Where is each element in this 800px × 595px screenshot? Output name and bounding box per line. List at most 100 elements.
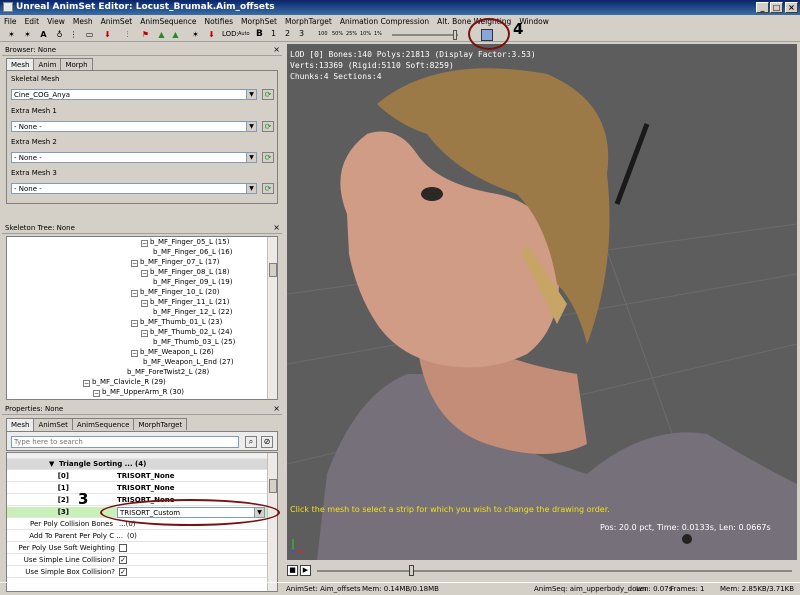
scroll-thumb[interactable]: [269, 263, 277, 277]
tree-node[interactable]: − b_MF_Clavicle_R (29): [83, 378, 166, 387]
tree-scrollbar[interactable]: [267, 237, 277, 399]
extra-mesh-1-combo[interactable]: - None - ▼: [11, 121, 257, 132]
menu-file[interactable]: File: [0, 15, 21, 28]
speed-1-button[interactable]: 1%: [374, 31, 382, 37]
bone-names-icon[interactable]: ✶: [22, 29, 33, 40]
soft-weighting-checkbox[interactable]: [119, 544, 127, 552]
tree-node[interactable]: b_MF_Finger_09_L (19): [153, 278, 232, 286]
maximize-button[interactable]: □: [770, 2, 783, 13]
tree-node[interactable]: − b_MF_Weapon_L (26): [131, 348, 214, 357]
red-arrow-icon[interactable]: ⬇: [102, 29, 113, 40]
row-value[interactable]: TRISORT_None: [117, 471, 175, 482]
close-icon[interactable]: ×: [273, 222, 280, 234]
tab-morph[interactable]: Morph: [60, 58, 93, 70]
lod-base-button[interactable]: B: [256, 29, 263, 39]
close-icon[interactable]: ×: [273, 403, 280, 415]
triangle-sorting-section[interactable]: ▼ Triangle Sorting ... (4): [7, 459, 267, 470]
menu-morphset[interactable]: MorphSet: [237, 15, 281, 28]
close-button[interactable]: ×: [785, 2, 798, 13]
wireframe-icon[interactable]: ⋮: [68, 29, 79, 40]
title-bar: Unreal AnimSet Editor: Locust_Brumak.Aim…: [0, 0, 800, 15]
text-icon[interactable]: A: [38, 29, 49, 40]
lod-1-button[interactable]: 1: [271, 29, 276, 38]
playback-slider[interactable]: [392, 34, 458, 36]
extra-mesh-2-use-button[interactable]: ⟳: [262, 152, 274, 163]
timeline-thumb[interactable]: [409, 565, 414, 576]
red-arrow-icon-2[interactable]: ⬇: [206, 29, 217, 40]
tree-icon[interactable]: ▲: [156, 29, 167, 40]
skeletal-mesh-label: Skeletal Mesh: [11, 75, 60, 83]
tree-node[interactable]: − b_MF_Thumb_02_L (24): [141, 328, 232, 337]
flag-icon[interactable]: ⚑: [140, 29, 151, 40]
menu-animation-compression[interactable]: Animation Compression: [336, 15, 433, 28]
tab-props-animset[interactable]: AnimSet: [33, 418, 73, 430]
menu-mesh[interactable]: Mesh: [69, 15, 97, 28]
speed-10-button[interactable]: 10%: [360, 31, 371, 37]
clear-search-icon[interactable]: ⊘: [261, 436, 273, 448]
tab-props-mesh[interactable]: Mesh: [6, 418, 35, 431]
tree-node[interactable]: − b_MF_Thumb_01_L (23): [131, 318, 222, 327]
property-row[interactable]: [1] TRISORT_None: [7, 483, 267, 494]
tab-props-animsequence[interactable]: AnimSequence: [71, 418, 135, 430]
3d-viewport[interactable]: LOD [0] Bones:140 Polys:21813 (Display F…: [287, 44, 797, 560]
property-row[interactable]: Add To Parent Per Poly C ... (0): [7, 531, 267, 542]
pin-icon[interactable]: ⫶: [122, 29, 133, 40]
tree-node[interactable]: − b_MF_Finger_07_L (17): [131, 258, 219, 267]
box-collision-checkbox[interactable]: ✓: [119, 568, 127, 576]
tree-node[interactable]: b_MF_Weapon_L_End (27): [143, 358, 234, 366]
tree-node[interactable]: b_MF_ForeTwist2_L (28): [127, 368, 209, 376]
menu-view[interactable]: View: [43, 15, 69, 28]
search-input[interactable]: [11, 436, 239, 448]
menu-edit[interactable]: Edit: [21, 15, 44, 28]
tab-props-morphtarget[interactable]: MorphTarget: [133, 418, 188, 430]
menu-notifies[interactable]: Notifies: [201, 15, 237, 28]
tree-icon-2[interactable]: ▲: [170, 29, 181, 40]
skeletal-mesh-combo[interactable]: Cine_COG_Anya ▼: [11, 89, 257, 100]
close-icon[interactable]: ×: [273, 44, 280, 56]
tree-node[interactable]: − b_MF_UpperArm_R (30): [93, 388, 184, 397]
status-mem1: Mem: 0.14MB/0.18MB: [362, 585, 439, 593]
socket-icon[interactable]: ♁: [54, 29, 65, 40]
tree-node[interactable]: − b_MF_Finger_08_L (18): [141, 268, 229, 277]
skeletal-mesh-value: Cine_COG_Anya: [14, 91, 71, 99]
extra-mesh-3-use-button[interactable]: ⟳: [262, 183, 274, 194]
property-row[interactable]: Use Simple Line Collision? ✓: [7, 555, 267, 566]
lod-3-button[interactable]: 3: [299, 29, 304, 38]
tree-node[interactable]: b_MF_Finger_12_L (22): [153, 308, 232, 316]
extra-mesh-1-use-button[interactable]: ⟳: [262, 121, 274, 132]
scroll-thumb[interactable]: [269, 479, 277, 493]
bone-icon[interactable]: ✶: [6, 29, 17, 40]
playback-slider-thumb[interactable]: [453, 30, 457, 40]
extra-mesh-3-combo[interactable]: - None - ▼: [11, 183, 257, 194]
lod-auto-button[interactable]: Auto: [238, 31, 250, 37]
tree-node[interactable]: b_MF_Thumb_03_L (25): [153, 338, 235, 346]
search-icon[interactable]: ⌕: [245, 436, 257, 448]
skeleton-icon[interactable]: ✶: [190, 29, 201, 40]
properties-scrollbar[interactable]: [267, 453, 277, 591]
line-collision-checkbox[interactable]: ✓: [119, 556, 127, 564]
play-button[interactable]: ▶: [300, 565, 311, 576]
speed-25-button[interactable]: 25%: [346, 31, 357, 37]
minimize-button[interactable]: _: [756, 2, 769, 13]
timeline-scrubber[interactable]: [317, 570, 792, 572]
property-row[interactable]: [0] TRISORT_None: [7, 471, 267, 482]
floor-icon[interactable]: ▭: [84, 29, 95, 40]
menu-morphtarget[interactable]: MorphTarget: [281, 15, 336, 28]
row-value[interactable]: TRISORT_None: [117, 483, 175, 494]
lod-2-button[interactable]: 2: [285, 29, 290, 38]
use-selected-button[interactable]: ⟳: [262, 89, 274, 100]
tab-anim[interactable]: Anim: [33, 58, 62, 70]
speed-50-button[interactable]: 50%: [332, 31, 343, 37]
tree-node[interactable]: − b_MF_Finger_05_L (15): [141, 238, 229, 247]
property-row[interactable]: Per Poly Use Soft Weighting: [7, 543, 267, 554]
menu-animset[interactable]: AnimSet: [97, 15, 137, 28]
extra-mesh-2-combo[interactable]: - None - ▼: [11, 152, 257, 163]
speed-100-button[interactable]: 100: [318, 31, 328, 37]
property-row[interactable]: Use Simple Box Collision? ✓: [7, 567, 267, 578]
tree-node[interactable]: − b_MF_Finger_10_L (20): [131, 288, 219, 297]
menu-animsequence[interactable]: AnimSequence: [136, 15, 200, 28]
tree-node[interactable]: − b_MF_Finger_11_L (21): [141, 298, 229, 307]
stop-button[interactable]: ■: [287, 565, 298, 576]
tree-node[interactable]: b_MF_Finger_06_L (16): [153, 248, 232, 256]
chevron-down-icon: ▼: [246, 90, 256, 99]
